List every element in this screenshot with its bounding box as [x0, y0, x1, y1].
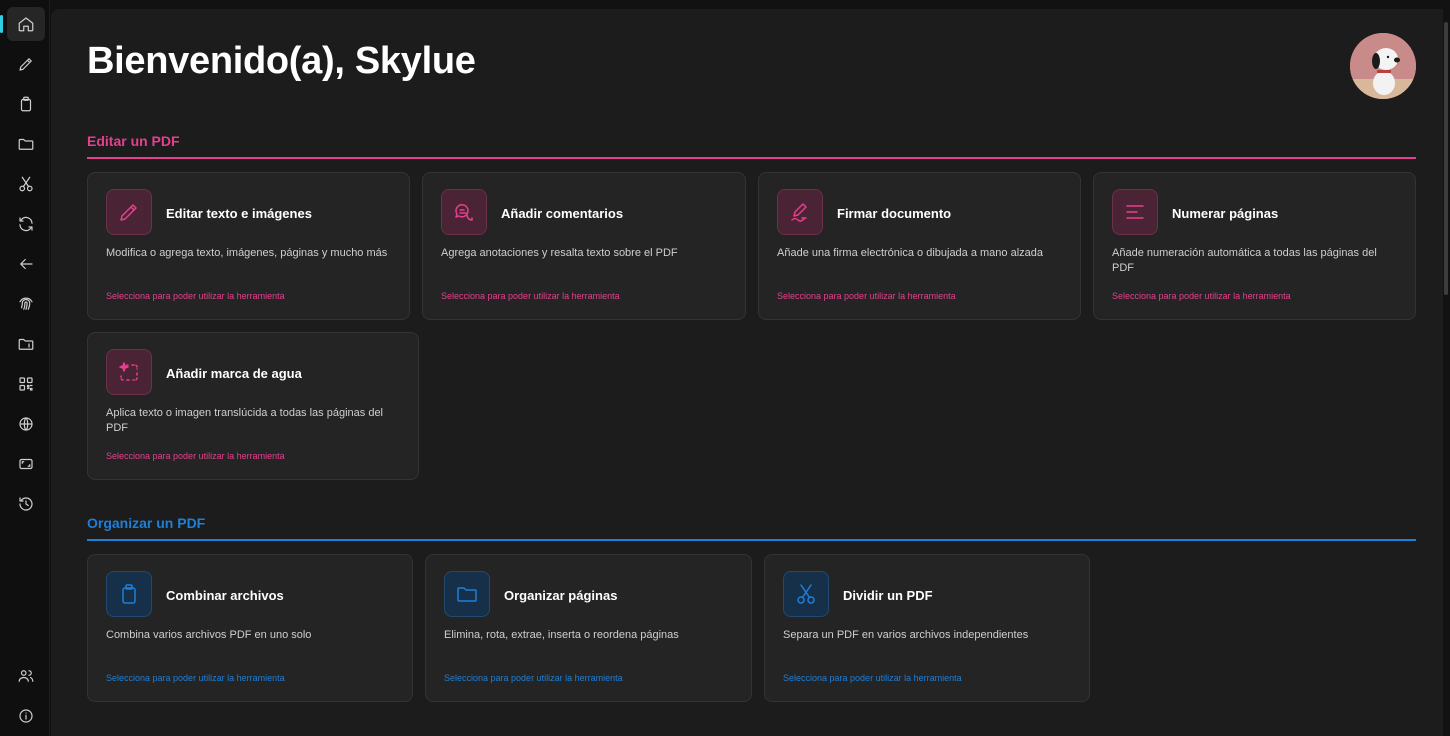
home-icon: [18, 17, 34, 32]
card-description: Separa un PDF en varios archivos indepen…: [783, 629, 1029, 641]
card-title: Añadir marca de agua: [166, 366, 302, 381]
card-description: Aplica texto o imagen translúcida a toda…: [106, 407, 384, 434]
card-hint: Selecciona para poder utilizar la herram…: [444, 673, 623, 683]
avatar[interactable]: [1350, 33, 1416, 99]
main-panel: Bienvenido(a), Skylue Editar un PDF Edit…: [51, 9, 1443, 736]
card-description: Modifica o agrega texto, imágenes, págin…: [106, 247, 388, 259]
nav-combine[interactable]: [7, 87, 45, 121]
lines-icon: [1126, 205, 1144, 219]
nav-history[interactable]: [7, 487, 45, 521]
card-title: Organizar páginas: [504, 588, 618, 603]
folder-icon: [457, 587, 477, 602]
card-icon-box: [106, 571, 152, 617]
nav-frame[interactable]: [7, 447, 45, 481]
card-edit-text[interactable]: Editar texto e imágenes Modifica o agreg…: [87, 172, 410, 320]
nav-web[interactable]: [7, 407, 45, 441]
card-add-comments[interactable]: Añadir comentarios Agrega anotaciones y …: [422, 172, 746, 320]
section-title-edit: Editar un PDF: [87, 133, 180, 149]
folder-id-icon: [18, 338, 34, 350]
info-icon: [19, 709, 33, 723]
card-icon-box: [444, 571, 490, 617]
card-icon-box: [783, 571, 829, 617]
card-sign-document[interactable]: Firmar documento Añade una firma electró…: [758, 172, 1081, 320]
scissors-icon: [797, 584, 815, 604]
card-split-pdf[interactable]: Dividir un PDF Separa un PDF en varios a…: [764, 554, 1090, 702]
card-title: Añadir comentarios: [501, 206, 624, 221]
sidebar-rail: [0, 0, 50, 736]
nav-info[interactable]: [7, 699, 45, 733]
card-title: Firmar documento: [837, 206, 952, 221]
section-title-organize: Organizar un PDF: [87, 515, 206, 531]
nav-files[interactable]: [7, 327, 45, 361]
pencil-icon: [120, 204, 137, 221]
signature-icon: [791, 203, 807, 222]
card-hint: Selecciona para poder utilizar la herram…: [106, 451, 285, 461]
card-hint: Selecciona para poder utilizar la herram…: [106, 673, 285, 683]
card-description: Añade una firma electrónica o dibujada a…: [777, 247, 1044, 259]
card-title: Dividir un PDF: [843, 588, 933, 603]
card-title: Editar texto e imágenes: [166, 206, 312, 221]
card-combine-files[interactable]: Combinar archivos Combina varios archivo…: [87, 554, 413, 702]
users-icon: [18, 670, 34, 682]
watermark-icon: [119, 362, 138, 381]
card-title: Numerar páginas: [1172, 206, 1279, 221]
card-hint: Selecciona para poder utilizar la herram…: [783, 673, 962, 683]
comments-icon: [455, 204, 473, 221]
card-hint: Selecciona para poder utilizar la herram…: [106, 291, 285, 301]
section-divider-edit: [87, 157, 1416, 159]
card-icon-box: [777, 189, 823, 235]
nav-split[interactable]: [7, 167, 45, 201]
nav-convert[interactable]: [7, 207, 45, 241]
fingerprint-icon: [19, 297, 33, 310]
clipboard-icon: [20, 96, 32, 112]
globe-icon: [19, 417, 33, 431]
folder-icon: [18, 138, 34, 150]
nav-qr[interactable]: [7, 367, 45, 401]
card-title: Combinar archivos: [166, 588, 284, 603]
nav-users[interactable]: [7, 659, 45, 693]
scissors-icon: [19, 176, 33, 192]
nav-home[interactable]: [7, 7, 45, 41]
card-hint: Selecciona para poder utilizar la herram…: [1112, 291, 1291, 301]
card-hint: Selecciona para poder utilizar la herram…: [441, 291, 620, 301]
nav-edit[interactable]: [7, 47, 45, 81]
card-description: Agrega anotaciones y resalta texto sobre…: [441, 247, 678, 259]
card-description: Elimina, rota, extrae, inserta o reorden…: [444, 629, 679, 641]
frame-icon: [19, 458, 33, 470]
refresh-icon: [19, 216, 33, 232]
clipboard-icon: [122, 584, 136, 604]
page-title: Bienvenido(a), Skylue: [87, 40, 476, 82]
card-description: Añade numeración automática a todas las …: [1112, 247, 1377, 274]
history-icon: [19, 497, 33, 511]
arrow-left-icon: [20, 258, 33, 270]
card-number-pages[interactable]: Numerar páginas Añade numeración automát…: [1093, 172, 1416, 320]
card-icon-box: [106, 189, 152, 235]
card-icon-box: [1112, 189, 1158, 235]
card-hint: Selecciona para poder utilizar la herram…: [777, 291, 956, 301]
card-organize-pages[interactable]: Organizar páginas Elimina, rota, extrae,…: [425, 554, 752, 702]
pencil-icon: [19, 58, 32, 71]
section-divider-organize: [87, 539, 1416, 541]
card-icon-box: [106, 349, 152, 395]
nav-protect[interactable]: [7, 287, 45, 321]
nav-organize[interactable]: [7, 127, 45, 161]
card-icon-box: [441, 189, 487, 235]
scrollbar-thumb[interactable]: [1444, 22, 1448, 295]
qr-code-icon: [19, 377, 33, 391]
card-description: Combina varios archivos PDF en uno solo: [106, 629, 312, 641]
active-indicator: [0, 15, 3, 33]
snoopy-avatar-icon: [1350, 33, 1416, 99]
nav-back[interactable]: [7, 247, 45, 281]
card-watermark[interactable]: Añadir marca de agua Aplica texto o imag…: [87, 332, 419, 480]
